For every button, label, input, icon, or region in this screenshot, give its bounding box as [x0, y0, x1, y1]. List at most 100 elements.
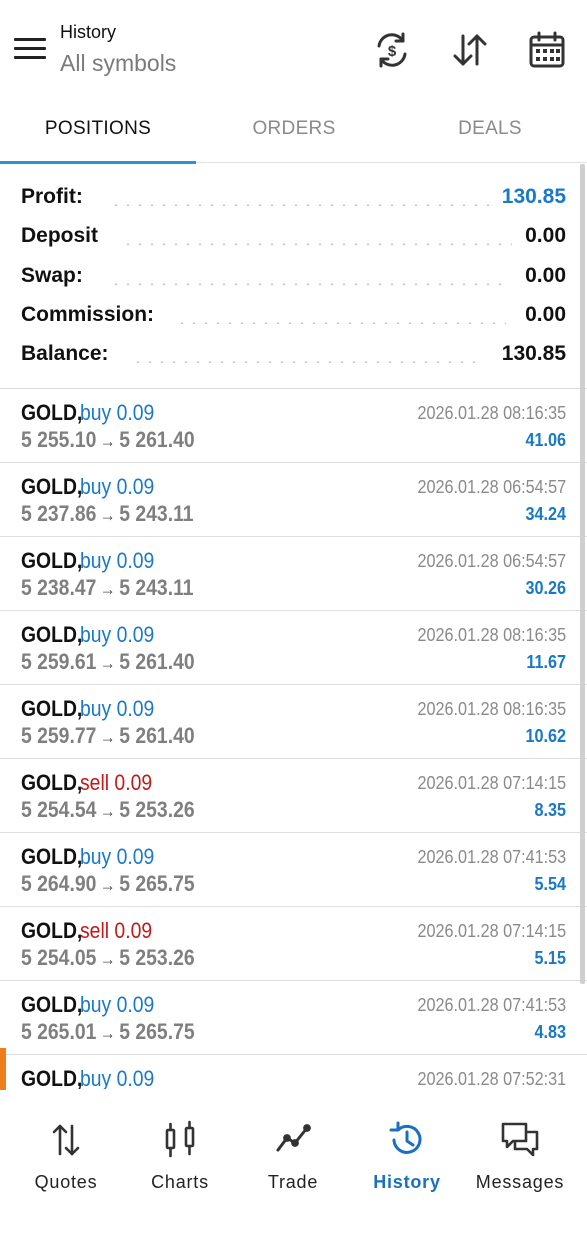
arrow-right-icon: → [99, 431, 116, 451]
deal-prices: 5 259.77 → 5 261.40 [21, 723, 195, 749]
deal-symbol: GOLD, [21, 918, 83, 943]
deal-time: 2026.01.28 06:54:57 [417, 477, 566, 497]
deal-symbol: GOLD, [21, 844, 83, 869]
deal-side: sell 0.09 [80, 770, 153, 795]
deal-side: buy 0.09 [80, 1066, 155, 1089]
deal-prices: 5 254.05 → 5 253.26 [21, 945, 195, 971]
list-item[interactable]: GOLD, buy 0.09 5 259.77 → 5 261.40 2026.01… [0, 685, 587, 759]
open-price: 5 264.90 [21, 871, 97, 896]
nav-charts[interactable]: Charts [130, 1108, 230, 1198]
deal-side: buy 0.09 [80, 696, 155, 721]
positions-list[interactable]: GOLD, buy 0.09 5 255.10 → 5 261.40 2026.01… [0, 389, 587, 1089]
deal-profit: 34.24 [525, 504, 566, 524]
close-price: 5 265.75 [119, 1019, 195, 1044]
tab-orders[interactable]: ORDERS [196, 100, 392, 162]
profit-label: Profit: [21, 185, 89, 209]
deal-time: 2026.01.28 07:41:53 [417, 847, 566, 867]
messages-icon [501, 1122, 539, 1157]
swap-label: Swap: [21, 264, 89, 288]
deal-prices: 5 237.86 → 5 243.11 [21, 501, 194, 527]
balance-label: Balance: [21, 342, 115, 366]
commission-label: Commission: [21, 303, 161, 327]
close-price: 5 253.26 [119, 945, 195, 970]
arrow-right-icon: → [99, 1023, 116, 1043]
deal-profit: 5.15 [534, 948, 566, 968]
profit-value: 130.85 [501, 185, 566, 208]
arrow-right-icon: → [99, 727, 116, 747]
history-icon [389, 1121, 422, 1154]
arrow-right-icon: → [99, 949, 116, 969]
nav-history[interactable]: History [357, 1108, 457, 1198]
dotted-leader [122, 243, 512, 245]
swap-value: 0.00 [525, 264, 566, 287]
deal-symbol: GOLD, [21, 548, 83, 573]
deal-side: buy 0.09 [80, 844, 155, 869]
open-price: 5 254.05 [21, 945, 97, 970]
summary-profit-row: Profit: 130.85 [0, 178, 587, 217]
arrow-right-icon: → [99, 579, 116, 599]
list-item[interactable]: GOLD, buy 0.09 5 264.90 → 5 265.75 2026.01… [0, 833, 587, 907]
arrow-right-icon: → [99, 801, 116, 821]
list-item[interactable]: GOLD, buy 0.09 5 237.86 → 5 243.11 2026.01… [0, 463, 587, 537]
deal-symbol: GOLD, [21, 770, 83, 795]
scrollbar[interactable] [580, 164, 585, 984]
deal-profit: 4.83 [534, 1022, 566, 1042]
close-price: 5 265.75 [119, 871, 195, 896]
deal-prices: 5 265.01 → 5 265.75 [21, 1019, 195, 1045]
close-price: 5 243.11 [119, 501, 194, 526]
deal-symbol: GOLD, [21, 622, 83, 647]
list-item[interactable]: GOLD, sell 0.09 5 254.05 → 5 253.26 2026.0… [0, 907, 587, 981]
tab-bar: POSITIONS ORDERS DEALS [0, 100, 587, 164]
sync-icon[interactable]: $ [372, 30, 412, 70]
deal-profit: 8.35 [534, 800, 566, 820]
sort-icon[interactable] [450, 30, 490, 70]
list-item[interactable]: GOLD, buy 0.09 2026.01.28 07:52:31 [0, 1055, 587, 1089]
summary-swap-row: Swap: 0.00 [0, 257, 587, 296]
list-item[interactable]: GOLD, buy 0.09 5 255.10 → 5 261.40 2026.01… [0, 389, 587, 463]
symbol-filter[interactable]: All symbols [60, 50, 176, 77]
deal-time: 2026.01.28 07:14:15 [417, 773, 566, 793]
close-price: 5 243.11 [119, 575, 194, 600]
open-price: 5 259.61 [21, 649, 97, 674]
list-item[interactable]: GOLD, buy 0.09 5 265.01 → 5 265.75 2026.01… [0, 981, 587, 1055]
deal-time: 2026.01.28 07:14:15 [417, 921, 566, 941]
dotted-leader [132, 361, 484, 363]
deal-profit: 10.62 [525, 726, 566, 746]
deal-symbol: GOLD, [21, 1066, 83, 1089]
tab-deals[interactable]: DEALS [392, 100, 587, 162]
deal-profit: 11.67 [526, 652, 566, 672]
dotted-leader [176, 322, 506, 324]
list-item[interactable]: GOLD, sell 0.09 5 254.54 → 5 253.26 2026.0… [0, 759, 587, 833]
nav-messages[interactable]: Messages [470, 1108, 570, 1198]
nav-trade[interactable]: Trade [243, 1108, 343, 1198]
deal-time: 2026.01.28 07:52:31 [417, 1069, 566, 1089]
deal-time: 2026.01.28 08:16:35 [417, 625, 566, 645]
deal-symbol: GOLD, [21, 992, 83, 1017]
summary-commission-row: Commission: 0.00 [0, 296, 587, 335]
arrow-right-icon: → [99, 505, 116, 525]
deal-profit: 5.54 [534, 874, 566, 894]
deal-symbol: GOLD, [21, 696, 83, 721]
open-price: 5 238.47 [21, 575, 97, 600]
open-price: 5 237.86 [21, 501, 97, 526]
quotes-icon [52, 1124, 80, 1156]
deal-side: buy 0.09 [80, 474, 155, 499]
tab-positions[interactable]: POSITIONS [0, 100, 196, 162]
close-price: 5 261.40 [119, 427, 195, 452]
calendar-icon[interactable] [527, 30, 567, 70]
deal-time: 2026.01.28 08:16:35 [417, 403, 566, 423]
balance-value: 130.85 [501, 342, 566, 365]
deal-prices: 5 254.54 → 5 253.26 [21, 797, 195, 823]
summary-balance-row: Balance: 130.85 [0, 335, 587, 374]
menu-icon[interactable] [14, 38, 46, 62]
list-item[interactable]: GOLD, buy 0.09 5 238.47 → 5 243.11 2026.01… [0, 537, 587, 611]
list-item[interactable]: GOLD, buy 0.09 5 259.61 → 5 261.40 2026.01… [0, 611, 587, 685]
nav-quotes[interactable]: Quotes [16, 1108, 116, 1198]
open-price: 5 254.54 [21, 797, 97, 822]
open-price: 5 255.10 [21, 427, 97, 452]
deal-symbol: GOLD, [21, 474, 83, 499]
position-marker [0, 1048, 6, 1090]
deal-side: buy 0.09 [80, 400, 155, 425]
nav-history-label: History [373, 1172, 441, 1192]
deal-time: 2026.01.28 07:41:53 [417, 995, 566, 1015]
